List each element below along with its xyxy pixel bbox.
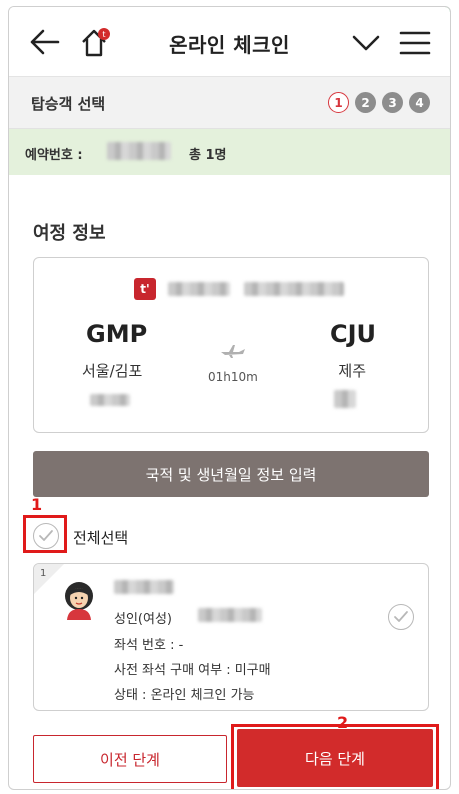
step-3: 3 xyxy=(382,92,403,113)
booking-number-label: 예약번호 : xyxy=(25,148,83,163)
previous-step-button[interactable]: 이전 단계 xyxy=(33,735,227,783)
select-all-label: 전체선택 xyxy=(73,529,129,547)
header: t 온라인 체크인 xyxy=(9,7,450,77)
step-4: 4 xyxy=(409,92,430,113)
step-indicator: 1 2 3 4 xyxy=(328,92,430,113)
passenger-card-corner xyxy=(34,564,64,594)
app-frame: t 온라인 체크인 탑승객 선택 1 2 3 4 예약번호 : 총 1명 여정 … xyxy=(8,6,451,790)
step-1: 1 xyxy=(328,92,349,113)
passenger-checkbox[interactable] xyxy=(388,604,414,630)
passenger-birthdate-redacted xyxy=(198,608,262,622)
flight-duration: 01h10m xyxy=(208,370,258,384)
flight-card: t' GMP CJU 서울/김포 제주 01h10m xyxy=(33,257,429,433)
departure-time-redacted xyxy=(90,394,130,406)
arrival-city: 제주 xyxy=(338,362,366,380)
flight-date-redacted xyxy=(244,282,344,296)
departure-code: GMP xyxy=(86,320,148,348)
check-icon xyxy=(394,611,408,622)
airline-logo-icon: t' xyxy=(134,278,156,300)
airline-name-redacted xyxy=(168,282,230,296)
annotation-highlight-1 xyxy=(23,515,67,553)
step-2: 2 xyxy=(355,92,376,113)
itinerary-section-title: 여정 정보 xyxy=(33,223,106,244)
passenger-card[interactable]: 1 성인(여성) 좌석 번호 : - 사전 좌석 구매 여부 : 미구매 상태 … xyxy=(33,563,429,711)
checkin-status: 상태 : 온라인 체크인 가능 xyxy=(114,688,255,703)
passenger-type: 성인(여성) xyxy=(114,612,172,627)
booking-number-redacted xyxy=(107,142,171,160)
annotation-marker-1: 1 xyxy=(31,495,43,514)
passenger-name-redacted xyxy=(114,580,174,594)
arrival-time-redacted xyxy=(334,390,356,408)
arrival-code: CJU xyxy=(329,320,376,348)
step-title: 탑승객 선택 xyxy=(31,95,106,113)
nationality-birthdate-button[interactable]: 국적 및 생년월일 정보 입력 xyxy=(33,451,429,497)
annotation-highlight-2 xyxy=(231,724,439,789)
seat-number: 좌석 번호 : - xyxy=(114,638,184,653)
step-bar: 탑승객 선택 1 2 3 4 xyxy=(9,77,450,129)
airplane-icon xyxy=(219,342,247,360)
passenger-count: 총 1명 xyxy=(189,148,227,163)
hamburger-menu-icon[interactable] xyxy=(399,29,431,57)
booking-bar: 예약번호 : 총 1명 xyxy=(9,129,450,175)
passenger-number: 1 xyxy=(40,568,47,579)
departure-city: 서울/김포 xyxy=(82,362,143,380)
page-title: 온라인 체크인 xyxy=(169,33,290,57)
chevron-down-icon[interactable] xyxy=(351,29,381,57)
female-avatar-icon xyxy=(62,580,96,620)
seat-prepurchase-status: 사전 좌석 구매 여부 : 미구매 xyxy=(114,663,271,678)
